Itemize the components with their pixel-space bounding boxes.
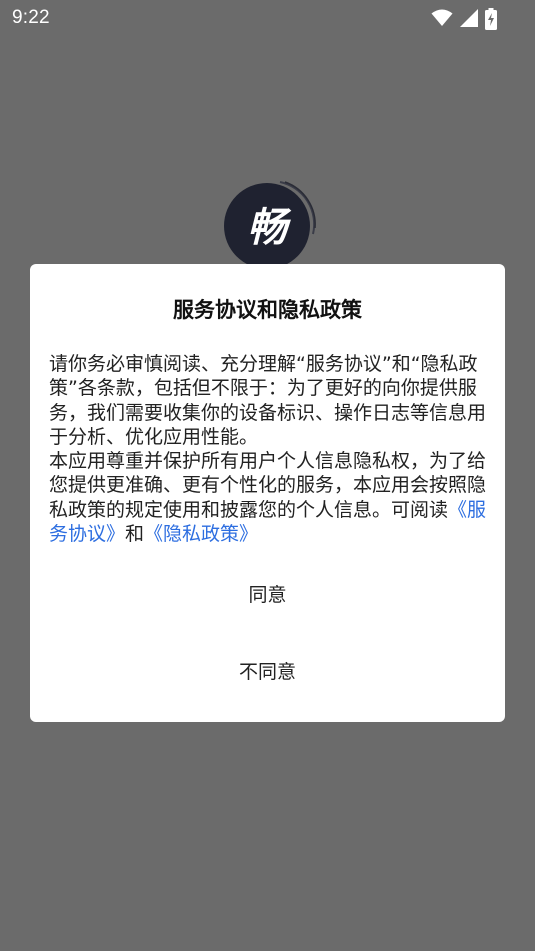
status-bar: 9:22 [0, 0, 535, 38]
app-logo-icon: 畅 [224, 181, 316, 269]
battery-charging-icon [485, 8, 497, 30]
privacy-policy-link[interactable]: 《隐私政策》 [144, 523, 258, 545]
body-paragraph-1: 请你务必审慎阅读、充分理解“服务协议”和“隐私政策”各条款，包括但不限于：为了更… [49, 353, 487, 448]
conjunction-text: 和 [125, 523, 145, 546]
dialog-title: 服务协议和隐私政策 [173, 298, 362, 322]
dialog-body: 请你务必审慎阅读、充分理解“服务协议”和“隐私政策”各条款，包括但不限于：为了更… [49, 352, 489, 546]
status-time: 9:22 [12, 7, 50, 28]
privacy-dialog: 服务协议和隐私政策 请你务必审慎阅读、充分理解“服务协议”和“隐私政策”各条款，… [30, 264, 505, 722]
body-paragraph-2: 本应用尊重并保护所有用户个人信息隐私权，为了给您提供更准确、更有个性化的服务，本… [49, 450, 487, 521]
logo-glyph: 畅 [247, 205, 292, 251]
app-logo: 畅 [222, 178, 318, 270]
disagree-button[interactable]: 不同意 [30, 648, 505, 696]
signal-icon [459, 8, 479, 28]
wifi-icon [431, 8, 453, 28]
agree-button[interactable]: 同意 [30, 571, 505, 619]
status-icons [431, 8, 497, 30]
